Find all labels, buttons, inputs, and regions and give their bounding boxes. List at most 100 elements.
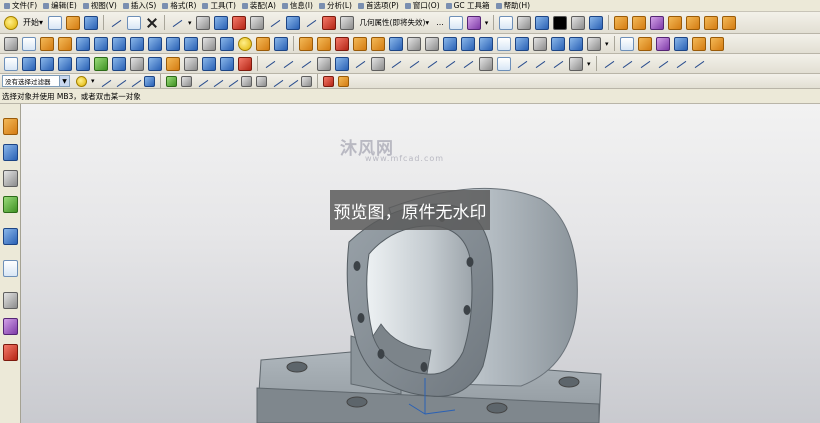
- web-browser-icon[interactable]: [3, 260, 18, 277]
- sphere-icon[interactable]: [130, 36, 144, 51]
- assembly-scope-icon[interactable]: [322, 75, 334, 87]
- snap-intersection-icon[interactable]: [226, 76, 237, 87]
- bounded-plane-icon[interactable]: [112, 56, 126, 71]
- bearing-housing-model[interactable]: [21, 104, 820, 423]
- offset-surface-icon[interactable]: [220, 56, 234, 71]
- snap-endpoint-icon[interactable]: [180, 75, 192, 87]
- pocket-icon[interactable]: [166, 36, 180, 51]
- snap-grid-icon[interactable]: [165, 75, 177, 87]
- history-icon[interactable]: [3, 292, 18, 309]
- basic-curves-icon[interactable]: [263, 57, 277, 71]
- thicken-icon[interactable]: [479, 36, 493, 51]
- feature-dropdown-icon[interactable]: ▾: [605, 40, 609, 48]
- project-curve-icon[interactable]: [443, 57, 457, 71]
- settings-gear-icon[interactable]: [4, 36, 18, 51]
- trim-body-icon[interactable]: [299, 36, 313, 51]
- menu-preferences[interactable]: 首选项(P): [357, 0, 405, 11]
- menu-info[interactable]: 信息(I): [281, 0, 319, 11]
- open-folder-icon[interactable]: [66, 15, 81, 30]
- view-section-icon[interactable]: [571, 15, 586, 30]
- snap-midpoint-icon[interactable]: [196, 76, 207, 87]
- curve-dropdown-icon[interactable]: ▾: [587, 60, 591, 68]
- snap-center-icon[interactable]: [240, 75, 252, 87]
- split-body-icon[interactable]: [317, 36, 331, 51]
- shaded-cube-icon[interactable]: [535, 15, 550, 30]
- background-color-icon[interactable]: [553, 15, 568, 30]
- snap-control-icon[interactable]: [211, 76, 222, 87]
- sync-modeling-icon[interactable]: [619, 36, 634, 51]
- offset-curve-icon[interactable]: [425, 57, 439, 71]
- cut-icon[interactable]: [109, 16, 123, 30]
- menu-assembly[interactable]: 装配(A): [241, 0, 282, 11]
- circle-icon[interactable]: [317, 56, 331, 71]
- scale-body-icon[interactable]: [461, 36, 475, 51]
- extract-geometry-icon[interactable]: [533, 36, 547, 51]
- through-mesh-icon[interactable]: [40, 56, 54, 71]
- subtract-icon[interactable]: [668, 15, 683, 30]
- section-curve-icon[interactable]: [497, 56, 511, 71]
- ruled-icon[interactable]: [76, 56, 90, 71]
- revolve-box-icon[interactable]: [632, 15, 647, 30]
- unite-icon[interactable]: [650, 15, 665, 30]
- menu-format[interactable]: 格式(R): [162, 0, 202, 11]
- assembly-navigator-icon[interactable]: [3, 118, 18, 135]
- emboss-icon[interactable]: [587, 36, 601, 51]
- through-curves-icon[interactable]: [22, 56, 36, 71]
- snap-on-face-icon[interactable]: [300, 75, 312, 87]
- coordinate-system-icon[interactable]: [321, 15, 336, 30]
- snap-on-curve-icon[interactable]: [286, 76, 297, 87]
- menu-file[interactable]: 文件(F): [4, 0, 43, 11]
- helix-icon[interactable]: [335, 56, 349, 71]
- undo-dropdown-icon[interactable]: ▾: [188, 19, 192, 27]
- boss-icon[interactable]: [722, 15, 737, 30]
- wrap-geometry-icon[interactable]: [569, 36, 583, 51]
- extension-sheet-icon[interactable]: [202, 56, 216, 71]
- menu-help[interactable]: 帮助(H): [495, 0, 537, 11]
- copy-icon[interactable]: [127, 15, 142, 30]
- polygon-icon[interactable]: [371, 56, 385, 71]
- line-icon[interactable]: [281, 57, 295, 71]
- spline-icon[interactable]: [353, 57, 367, 71]
- isoparametric-curve-icon[interactable]: [551, 57, 565, 71]
- curve-length-icon[interactable]: [620, 57, 634, 71]
- menu-analysis[interactable]: 分析(L): [318, 0, 358, 11]
- edit-feature-icon[interactable]: [213, 15, 228, 30]
- menu-gc-toolkit[interactable]: GC 工具箱: [445, 0, 496, 11]
- menu-window[interactable]: 窗口(O): [404, 0, 446, 11]
- menu-edit[interactable]: 编辑(E): [43, 0, 83, 11]
- shell-icon[interactable]: [407, 36, 421, 51]
- groove-icon[interactable]: [220, 36, 234, 51]
- intersect-icon[interactable]: [686, 15, 701, 30]
- delete-face-icon[interactable]: [691, 36, 706, 51]
- display-mode-icon[interactable]: [589, 15, 604, 30]
- fit-view-icon[interactable]: [499, 15, 514, 30]
- delete-icon[interactable]: [145, 16, 159, 30]
- csys-icon[interactable]: [249, 15, 264, 30]
- reuse-library-icon[interactable]: [3, 196, 18, 213]
- save-icon[interactable]: [84, 15, 99, 30]
- intersection-curve-icon[interactable]: [461, 57, 475, 71]
- multi-select-icon[interactable]: [114, 76, 125, 87]
- swept-icon[interactable]: [58, 56, 72, 71]
- select-arrow-icon[interactable]: [99, 76, 110, 87]
- new-file-icon[interactable]: [48, 15, 63, 30]
- sew-icon[interactable]: [515, 36, 529, 51]
- slot-icon[interactable]: [202, 36, 216, 51]
- menu-view[interactable]: 视图(V): [82, 0, 123, 11]
- datum-plane-icon[interactable]: [256, 36, 270, 51]
- hd3d-tools-icon[interactable]: [3, 228, 18, 245]
- select-all-icon[interactable]: [76, 75, 87, 87]
- arc-icon[interactable]: [299, 57, 313, 71]
- pad-icon[interactable]: [184, 36, 198, 51]
- edit-curve-icon[interactable]: [602, 57, 616, 71]
- graphics-window[interactable]: 沐风网 www.mfcad.com 预览图，原件无水印: [21, 104, 820, 423]
- layer-icon[interactable]: [448, 15, 463, 30]
- smooth-spline-icon[interactable]: [656, 57, 670, 71]
- wcs-icon[interactable]: [285, 15, 300, 30]
- history-mode-dropdown[interactable]: 几何属性(即将失效)▾: [358, 16, 432, 29]
- part-navigator-icon[interactable]: [3, 170, 18, 187]
- shape-curve-icon[interactable]: [238, 56, 252, 71]
- hole-icon[interactable]: [704, 15, 719, 30]
- datum-axis-icon[interactable]: [274, 36, 288, 51]
- curve-fillet-icon[interactable]: [692, 57, 706, 71]
